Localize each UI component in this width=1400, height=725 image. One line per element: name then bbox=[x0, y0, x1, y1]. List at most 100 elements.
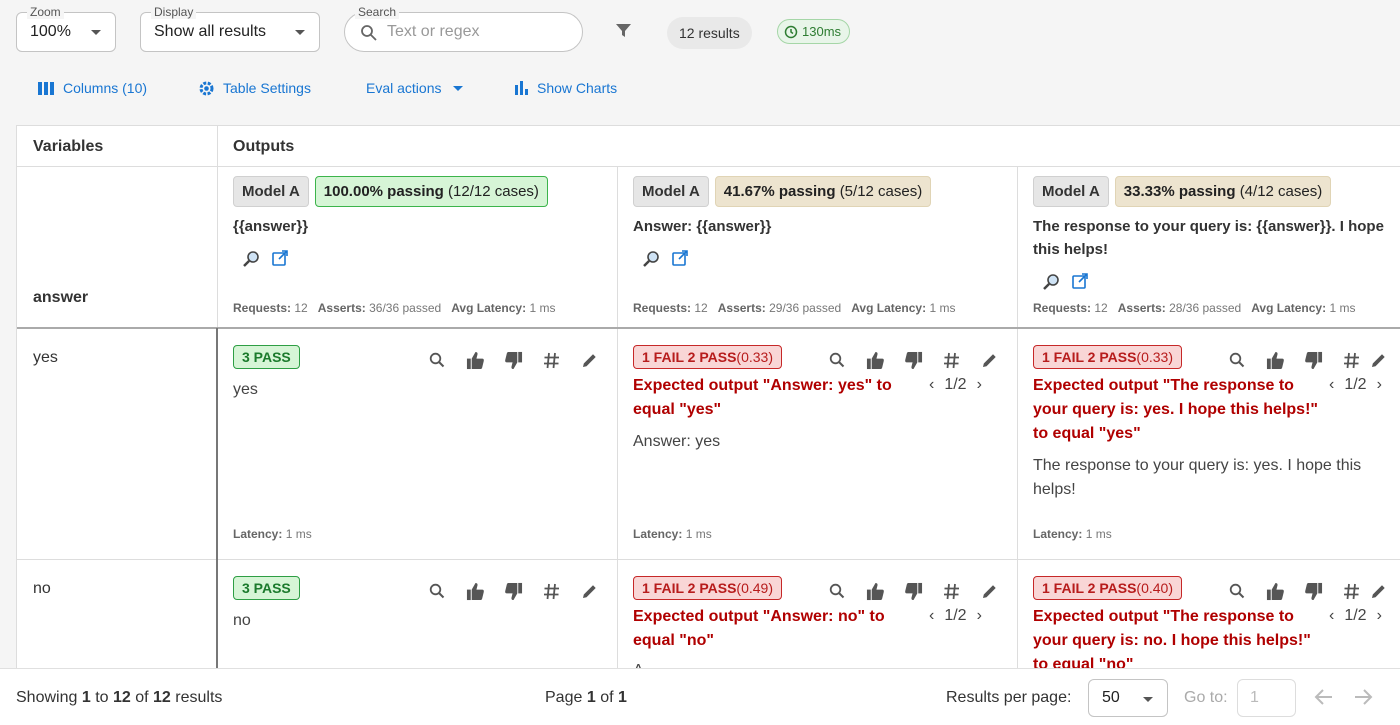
total-results: 12 bbox=[153, 689, 171, 706]
variable-name: answer bbox=[33, 289, 89, 306]
pass-rate: 100.00% passing bbox=[323, 183, 444, 200]
fail-badge-label: 1 FAIL 2 PASS bbox=[1042, 349, 1137, 365]
pencil-icon[interactable] bbox=[1370, 348, 1390, 372]
pass-cases: (4/12 cases) bbox=[1239, 183, 1323, 200]
open-external-icon[interactable] bbox=[1071, 272, 1089, 297]
thumbs-down-icon[interactable] bbox=[494, 579, 532, 603]
row-variable: yes bbox=[33, 349, 58, 366]
magnifier-icon[interactable] bbox=[241, 249, 261, 274]
display-label: Display bbox=[151, 5, 197, 19]
latency-label: Latency: bbox=[1033, 527, 1083, 541]
pager-value: 1/2 bbox=[1344, 376, 1367, 393]
pass-rate-tag[interactable]: 100.00% passing (12/12 cases) bbox=[314, 176, 548, 207]
per-page-label: Results per page: bbox=[946, 689, 1072, 706]
latency-label: Latency: bbox=[633, 527, 683, 541]
requests-label: Requests: bbox=[233, 301, 292, 315]
arrow-right-icon[interactable] bbox=[1353, 688, 1373, 711]
variables-header: Variables bbox=[33, 138, 104, 155]
search-icon[interactable] bbox=[818, 348, 856, 372]
chevron-right-icon[interactable]: › bbox=[977, 607, 982, 625]
arrow-left-icon[interactable] bbox=[1314, 688, 1334, 711]
thumbs-up-icon[interactable] bbox=[456, 579, 494, 603]
magnifier-icon[interactable] bbox=[1041, 272, 1061, 297]
table-settings-button[interactable]: Table Settings bbox=[198, 76, 311, 100]
asserts-value: 36/36 passed bbox=[369, 301, 442, 315]
pass-rate-tag[interactable]: 41.67% passing (5/12 cases) bbox=[714, 176, 932, 207]
pencil-icon[interactable] bbox=[1370, 579, 1390, 603]
chevron-left-icon[interactable]: ‹ bbox=[1329, 376, 1334, 394]
results-count-chip: 12 results bbox=[667, 17, 752, 49]
cell-actions bbox=[1218, 579, 1390, 603]
chevron-right-icon[interactable]: › bbox=[1377, 376, 1382, 394]
elapsed-time: 130ms bbox=[802, 24, 842, 39]
chevron-right-icon[interactable]: › bbox=[977, 376, 982, 394]
goto-page-input[interactable]: 1 bbox=[1237, 679, 1296, 717]
pagination-footer: Showing 1 to 12 of 12 results Page 1 of … bbox=[0, 668, 1400, 725]
hash-icon[interactable] bbox=[532, 348, 570, 372]
thumbs-up-icon[interactable] bbox=[856, 348, 894, 372]
open-external-icon[interactable] bbox=[271, 249, 289, 274]
open-external-icon[interactable] bbox=[671, 249, 689, 274]
chevron-left-icon[interactable]: ‹ bbox=[929, 607, 934, 625]
chevron-down-icon bbox=[453, 85, 464, 91]
prompt-text: Answer: {{answer}} bbox=[633, 218, 772, 235]
display-value: Show all results bbox=[154, 23, 267, 40]
search-icon[interactable] bbox=[418, 348, 456, 372]
pass-cases: (5/12 cases) bbox=[839, 183, 923, 200]
hash-icon[interactable] bbox=[532, 579, 570, 603]
hash-icon[interactable] bbox=[1332, 348, 1370, 372]
thumbs-up-icon[interactable] bbox=[1256, 579, 1294, 603]
output-text: The response to your query is: yes. I ho… bbox=[1033, 457, 1362, 498]
pencil-icon[interactable] bbox=[570, 348, 608, 372]
eval-actions-button[interactable]: Eval actions bbox=[366, 76, 464, 100]
pencil-icon[interactable] bbox=[970, 348, 1008, 372]
filter-icon[interactable] bbox=[614, 22, 634, 45]
requests-value: 12 bbox=[1094, 301, 1108, 315]
hash-icon[interactable] bbox=[932, 579, 970, 603]
display-select[interactable]: Display Show all results bbox=[140, 5, 320, 52]
cell-actions bbox=[818, 348, 1008, 372]
columns-icon bbox=[38, 81, 54, 95]
search-icon[interactable] bbox=[1218, 348, 1256, 372]
pencil-icon[interactable] bbox=[570, 579, 608, 603]
pager-value: 1/2 bbox=[944, 607, 967, 624]
chevron-right-icon[interactable]: › bbox=[1377, 607, 1382, 625]
search-placeholder: Text or regex bbox=[387, 23, 480, 40]
requests-label: Requests: bbox=[633, 301, 692, 315]
chevron-left-icon[interactable]: ‹ bbox=[929, 376, 934, 394]
thumbs-up-icon[interactable] bbox=[456, 348, 494, 372]
thumbs-down-icon[interactable] bbox=[894, 579, 932, 603]
requests-value: 12 bbox=[294, 301, 308, 315]
columns-label: Columns (10) bbox=[63, 80, 148, 96]
latency-value: 1 ms bbox=[685, 527, 712, 541]
search-icon[interactable] bbox=[818, 579, 856, 603]
magnifier-icon[interactable] bbox=[641, 249, 661, 274]
columns-button[interactable]: Columns (10) bbox=[38, 76, 147, 100]
hash-icon[interactable] bbox=[1332, 579, 1370, 603]
search-icon[interactable] bbox=[1218, 579, 1256, 603]
chevron-left-icon[interactable]: ‹ bbox=[1329, 607, 1334, 625]
output-text: no bbox=[233, 612, 251, 629]
thumbs-down-icon[interactable] bbox=[894, 348, 932, 372]
avg-latency-label: Avg Latency: bbox=[1251, 301, 1327, 315]
pass-rate-tag[interactable]: 33.33% passing (4/12 cases) bbox=[1114, 176, 1332, 207]
top-toolbar: Zoom 100% Display Show all results Searc… bbox=[0, 0, 1400, 60]
per-page-select[interactable]: 50 bbox=[1088, 679, 1168, 717]
search-icon[interactable] bbox=[418, 579, 456, 603]
thumbs-up-icon[interactable] bbox=[1256, 348, 1294, 372]
eval-results-page: Zoom 100% Display Show all results Searc… bbox=[0, 0, 1400, 725]
pager-value: 1/2 bbox=[944, 376, 967, 393]
thumbs-down-icon[interactable] bbox=[1294, 579, 1332, 603]
show-charts-button[interactable]: Show Charts bbox=[515, 76, 617, 100]
column-header-tags: Model A 41.67% passing (5/12 cases) bbox=[633, 176, 932, 207]
thumbs-down-icon[interactable] bbox=[1294, 348, 1332, 372]
pencil-icon[interactable] bbox=[970, 579, 1008, 603]
bar-chart-icon bbox=[515, 81, 528, 95]
zoom-select[interactable]: Zoom 100% bbox=[16, 5, 116, 52]
fail-score: (0.33) bbox=[1136, 349, 1173, 365]
hash-icon[interactable] bbox=[932, 348, 970, 372]
provider-tag: Model A bbox=[633, 176, 709, 207]
search-input[interactable]: Search Text or regex bbox=[344, 5, 583, 52]
thumbs-up-icon[interactable] bbox=[856, 579, 894, 603]
thumbs-down-icon[interactable] bbox=[494, 348, 532, 372]
